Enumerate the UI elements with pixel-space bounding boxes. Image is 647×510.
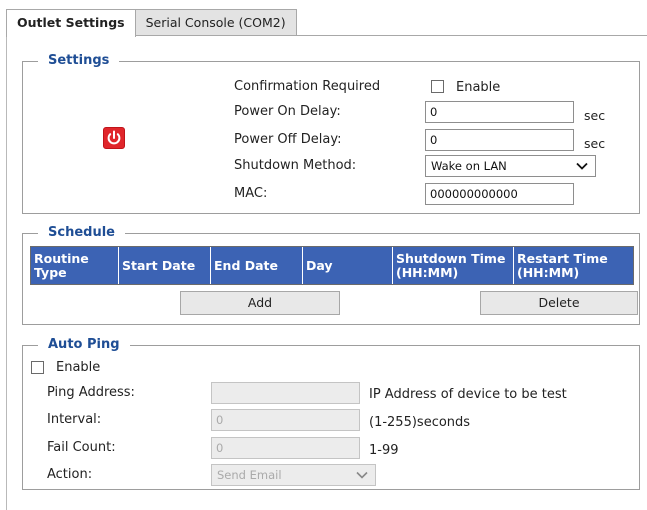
settings-legend: Settings (38, 53, 120, 69)
fail-count-label: Fail Count: (47, 440, 116, 455)
power-on-delay-label: Power On Delay: (234, 104, 341, 119)
delete-button[interactable]: Delete (480, 291, 638, 315)
power-on-delay-unit: sec (584, 108, 606, 123)
interval-input[interactable] (211, 409, 360, 431)
column-header-end-date[interactable]: End Date (211, 247, 303, 284)
add-button[interactable]: Add (180, 291, 340, 315)
confirmation-enable-checkbox[interactable] (431, 80, 444, 93)
shutdown-method-select[interactable]: Wake on LAN (425, 155, 596, 177)
column-header-shutdown-time[interactable]: Shutdown Time (HH:MM) (393, 247, 514, 284)
left-border (6, 35, 7, 510)
ping-address-input[interactable] (211, 382, 360, 404)
power-off-delay-input[interactable] (425, 129, 574, 151)
tab-serial-console[interactable]: Serial Console (COM2) (135, 9, 297, 36)
confirmation-required-label: Confirmation Required (234, 79, 381, 94)
action-label: Action: (47, 467, 93, 482)
mac-input[interactable] (425, 183, 574, 205)
action-select[interactable]: Send Email (211, 464, 376, 486)
power-off-delay-label: Power Off Delay: (234, 132, 342, 147)
schedule-legend: Schedule (38, 225, 125, 241)
fail-count-input[interactable] (211, 437, 360, 459)
ping-address-hint: IP Address of device to be test (369, 387, 567, 402)
column-header-routine-type[interactable]: Routine Type (31, 247, 119, 284)
tab-outlet-settings[interactable]: Outlet Settings (6, 9, 136, 37)
confirmation-enable-label: Enable (456, 80, 501, 95)
auto-ping-enable-checkbox[interactable] (31, 361, 44, 374)
auto-ping-enable-label: Enable (56, 360, 101, 375)
chevron-down-icon (356, 471, 368, 479)
chevron-down-icon (576, 162, 588, 170)
column-header-start-date[interactable]: Start Date (119, 247, 211, 284)
ping-address-label: Ping Address: (47, 385, 135, 400)
mac-label: MAC: (234, 186, 268, 201)
power-icon[interactable] (103, 127, 125, 149)
column-header-restart-time[interactable]: Restart Time (HH:MM) (514, 247, 633, 284)
interval-label: Interval: (47, 412, 102, 427)
schedule-table-header: Routine Type Start Date End Date Day Shu… (30, 246, 634, 285)
auto-ping-legend: Auto Ping (38, 337, 130, 353)
shutdown-method-label: Shutdown Method: (234, 158, 357, 173)
shutdown-method-value: Wake on LAN (431, 159, 507, 173)
action-value: Send Email (217, 468, 282, 482)
power-symbol-icon (107, 130, 121, 145)
fail-count-hint: 1-99 (369, 443, 399, 458)
interval-hint: (1-255)seconds (369, 415, 471, 430)
column-header-day[interactable]: Day (303, 247, 393, 284)
tab-bar: Outlet Settings Serial Console (COM2) (6, 9, 297, 37)
power-off-delay-unit: sec (584, 136, 606, 151)
power-on-delay-input[interactable] (425, 101, 574, 123)
